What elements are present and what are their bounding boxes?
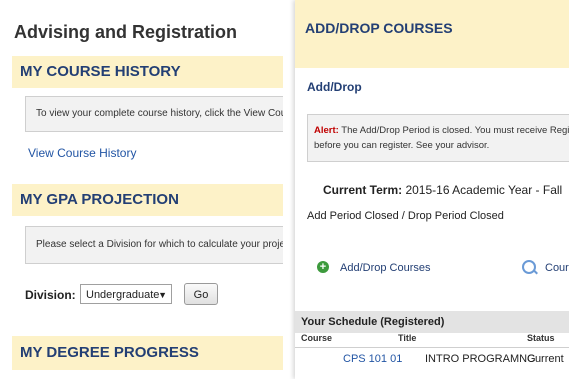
row-title: INTRO PROGRAMNG (425, 353, 536, 365)
add-drop-header-bar: ADD/DROP COURSES (295, 0, 569, 68)
advising-panel: Advising and Registration MY COURSE HIST… (0, 0, 283, 379)
view-course-history-link[interactable]: View Course History (28, 146, 136, 160)
current-term-value: 2015-16 Academic Year - Fall (402, 183, 563, 197)
alert-label: Alert: (314, 125, 339, 136)
alert-box: Alert: The Add/Drop Period is closed. Yo… (307, 114, 569, 162)
alert-text-line1: The Add/Drop Period is closed. You must … (338, 125, 569, 136)
gpa-projection-header: MY GPA PROJECTION (12, 184, 283, 216)
current-term-label: Current Term: (323, 183, 403, 197)
go-button[interactable]: Go (184, 283, 218, 305)
period-status: Add Period Closed / Drop Period Closed (307, 210, 504, 222)
division-select-value: Undergraduate (86, 289, 160, 301)
row-status: Current (527, 353, 564, 365)
plus-icon: + (317, 261, 329, 273)
add-drop-title: ADD/DROP COURSES (305, 20, 453, 36)
schedule-header: Your Schedule (Registered) (295, 311, 569, 333)
course-search-link[interactable]: Cour (545, 262, 569, 274)
column-course: Course (301, 333, 333, 343)
chevron-down-icon: ▼ (158, 290, 167, 300)
alert-text-line2: before you can register. See your adviso… (314, 140, 490, 151)
degree-progress-header: MY DEGREE PROGRESS (12, 336, 283, 370)
column-title: Title (398, 333, 417, 343)
add-drop-subtitle: Add/Drop (307, 80, 362, 94)
gpa-projection-info: Please select a Division for which to ca… (25, 226, 283, 264)
current-term: Current Term: 2015-16 Academic Year - Fa… (323, 183, 562, 197)
table-divider (295, 347, 569, 348)
course-history-header: MY COURSE HISTORY (12, 56, 283, 88)
add-drop-panel: ADD/DROP COURSES Add/Drop Alert: The Add… (295, 0, 569, 379)
row-course[interactable]: CPS 101 01 (343, 353, 402, 365)
column-status: Status (527, 333, 555, 343)
panel-title: Advising and Registration (14, 22, 238, 42)
course-history-info: To view your complete course history, cl… (25, 96, 283, 132)
division-label: Division: (25, 288, 76, 302)
add-drop-courses-link[interactable]: Add/Drop Courses (340, 262, 431, 274)
division-select[interactable]: Undergraduate ▼ (80, 284, 172, 304)
search-icon (522, 260, 536, 274)
